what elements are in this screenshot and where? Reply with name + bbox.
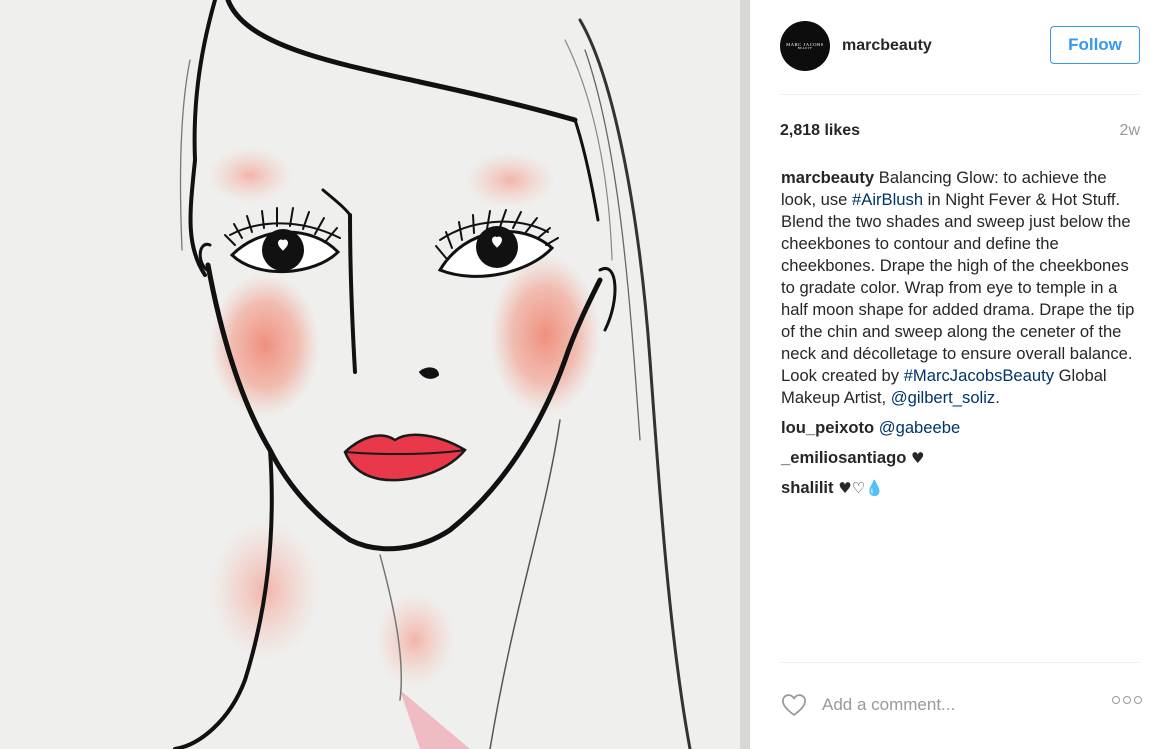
comment-username[interactable]: _emiliosantiago — [781, 448, 906, 467]
face-illustration — [0, 0, 750, 749]
post-sidebar: MARC JACOBS BEAUTY marcbeauty Follow 2,8… — [750, 0, 1170, 749]
comments-list: marcbeauty Balancing Glow: to achieve th… — [781, 167, 1143, 507]
heart-outline-icon[interactable] — [780, 691, 808, 719]
comment-input[interactable] — [822, 695, 1092, 715]
comment-item: lou_peixoto @gabeebe — [781, 417, 1143, 439]
post-timestamp[interactable]: 2w — [1120, 122, 1140, 140]
caption-text: . — [995, 388, 1000, 407]
hashtag-link[interactable]: #MarcJacobsBeauty — [904, 366, 1054, 385]
comment-username[interactable]: lou_peixoto — [781, 418, 874, 437]
brand-logo-subtext: BEAUTY — [797, 45, 813, 50]
dot-icon — [1112, 696, 1120, 704]
instagram-post: MARC JACOBS BEAUTY marcbeauty Follow 2,8… — [0, 0, 1170, 749]
header-divider — [780, 94, 1140, 95]
caption-username[interactable]: marcbeauty — [781, 168, 874, 187]
heart-emoji: ♥ — [911, 449, 925, 467]
header-username[interactable]: marcbeauty — [842, 37, 932, 55]
hashtag-link[interactable]: #AirBlush — [852, 190, 923, 209]
comment-divider — [780, 662, 1140, 663]
comment-username[interactable]: shalilit — [781, 478, 834, 497]
post-image[interactable] — [0, 0, 750, 749]
post-header: MARC JACOBS BEAUTY marcbeauty Follow — [780, 18, 1140, 74]
mention-link[interactable]: @gabeebe — [879, 418, 960, 437]
avatar[interactable]: MARC JACOBS BEAUTY — [780, 21, 830, 71]
comment-item: _emiliosantiago ♥ — [781, 447, 1143, 469]
comment-item: shalilit ♥♡💧 — [781, 477, 1143, 499]
mention-link[interactable]: @gilbert_soliz — [891, 388, 995, 407]
dot-icon — [1123, 696, 1131, 704]
hearts-droplet-emoji: ♥♡💧 — [838, 479, 884, 497]
follow-button[interactable]: Follow — [1050, 26, 1140, 64]
brand-logo: MARC JACOBS BEAUTY — [786, 42, 824, 51]
comment-bar — [780, 688, 1142, 722]
more-options-icon[interactable] — [1112, 696, 1142, 704]
dot-icon — [1134, 696, 1142, 704]
likes-row: 2,818 likes 2w — [780, 121, 1140, 141]
caption-text: in Night Fever & Hot Stuff. Blend the tw… — [781, 190, 1135, 385]
caption: marcbeauty Balancing Glow: to achieve th… — [781, 167, 1143, 409]
likes-count[interactable]: 2,818 likes — [780, 122, 860, 140]
